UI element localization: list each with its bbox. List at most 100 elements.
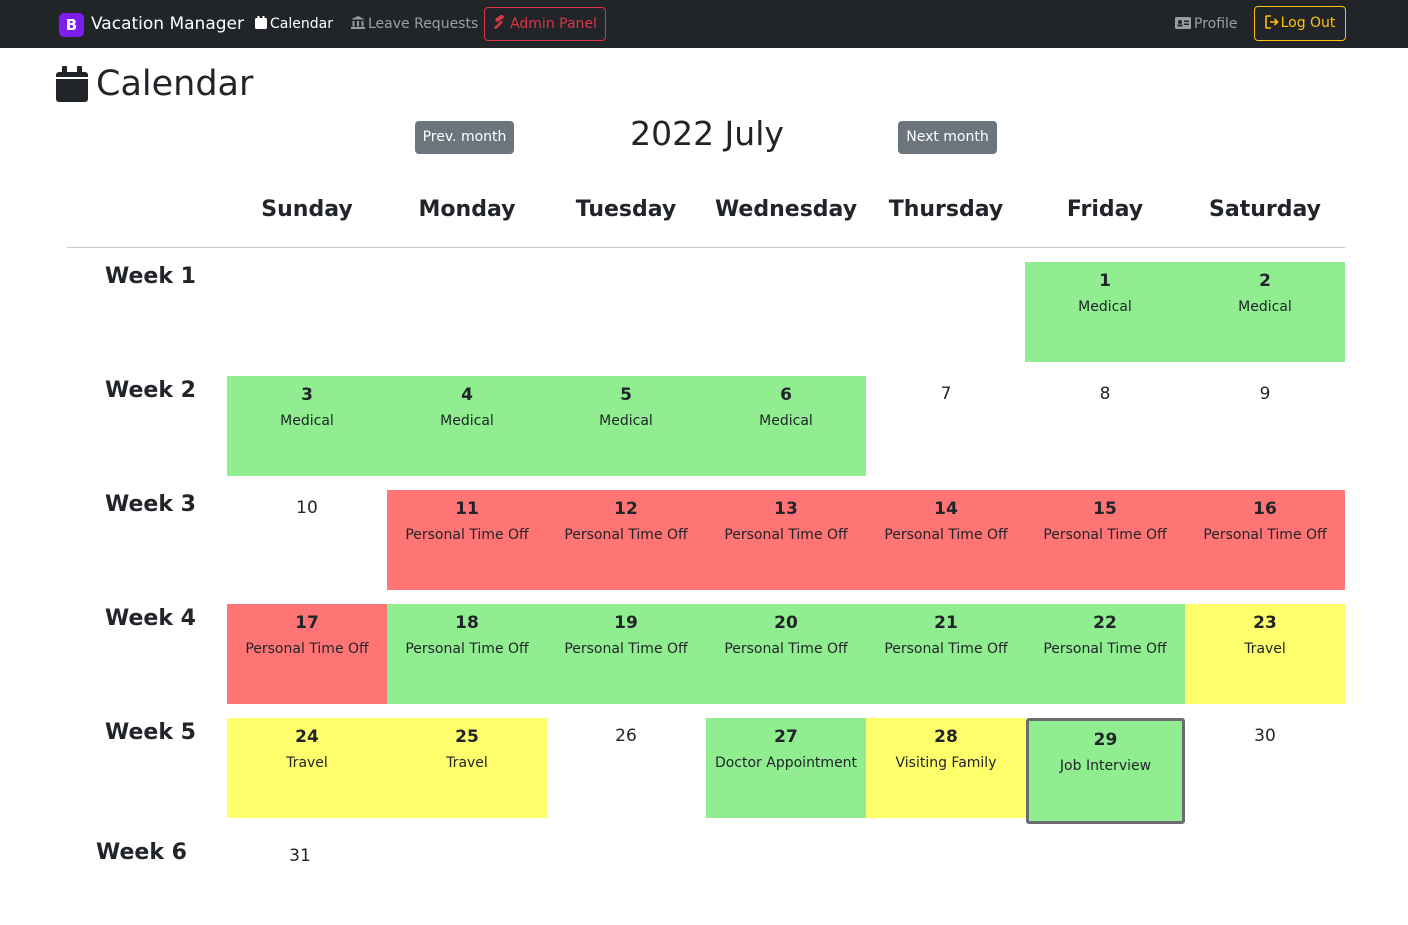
nav-profile-label: Profile [1194, 16, 1238, 32]
week-label: Week 1 [105, 264, 196, 289]
day-cell[interactable]: 18 Personal Time Off [387, 604, 547, 704]
day-number: 10 [296, 498, 318, 518]
leave-reason: Travel [446, 755, 488, 771]
top-navbar: B Vacation Manager Calendar Leave Reques… [0, 0, 1408, 48]
week-label: Week 6 [96, 840, 187, 865]
day-cell[interactable]: 7 [866, 376, 1026, 476]
leave-reason: Personal Time Off [1043, 527, 1167, 543]
week-label: Week 2 [105, 378, 196, 403]
day-cell[interactable]: 23 Travel [1185, 604, 1345, 704]
day-number: 7 [940, 384, 952, 404]
nav-leave-requests-label: Leave Requests [368, 16, 479, 32]
leave-reason: Job Interview [1059, 758, 1152, 774]
brand-name[interactable]: Vacation Manager [91, 13, 244, 35]
day-number: 27 [774, 727, 798, 747]
day-cell[interactable]: 8 [1025, 376, 1185, 476]
day-number: 26 [615, 726, 637, 746]
nav-profile[interactable]: Profile [1175, 14, 1238, 34]
day-cell[interactable]: 15 Personal Time Off [1025, 490, 1185, 590]
day-cell[interactable]: 19 Personal Time Off [546, 604, 706, 704]
nav-leave-requests[interactable]: Leave Requests [351, 14, 478, 34]
day-cell[interactable]: 21 Personal Time Off [866, 604, 1026, 704]
id-card-icon [1175, 17, 1191, 29]
week-label: Week 5 [105, 720, 196, 745]
day-cell[interactable]: 1 Medical [1025, 262, 1185, 362]
day-number: 29 [1093, 730, 1118, 750]
logout-icon [1264, 15, 1279, 29]
logout-button[interactable]: Log Out [1254, 6, 1346, 41]
leave-reason: Medical [599, 413, 653, 429]
day-cell[interactable]: 24 Travel [227, 718, 387, 818]
leave-reason: Personal Time Off [405, 527, 529, 543]
day-cell[interactable]: 25 Travel [387, 718, 547, 818]
leave-reason: Personal Time Off [405, 641, 529, 657]
day-cell[interactable]: 28 Visiting Family [866, 718, 1026, 818]
next-month-button[interactable]: Next month [898, 121, 997, 154]
day-number: 5 [620, 385, 632, 405]
calendar-icon [56, 66, 88, 102]
day-cell[interactable]: 17 Personal Time Off [227, 604, 387, 704]
day-number: 11 [455, 499, 479, 519]
brand-logo[interactable]: B [59, 13, 84, 37]
day-number: 30 [1254, 726, 1276, 746]
day-number: 15 [1093, 499, 1117, 519]
day-number: 12 [614, 499, 638, 519]
day-cell[interactable]: 27 Doctor Appointment [706, 718, 866, 818]
nav-calendar[interactable]: Calendar [255, 14, 333, 34]
day-number: 18 [455, 613, 479, 633]
prev-month-button[interactable]: Prev. month [415, 121, 514, 154]
day-cell[interactable]: 11 Personal Time Off [387, 490, 547, 590]
day-number: 25 [455, 727, 479, 747]
day-number: 28 [934, 727, 958, 747]
day-cell[interactable]: 6 Medical [706, 376, 866, 476]
day-cell[interactable]: 4 Medical [387, 376, 547, 476]
day-cell[interactable]: 2 Medical [1185, 262, 1345, 362]
day-cell[interactable]: 16 Personal Time Off [1185, 490, 1345, 590]
weekday-header-wednesday: Wednesday [714, 197, 858, 222]
day-cell[interactable]: 30 [1185, 718, 1345, 818]
leave-reason: Doctor Appointment [714, 755, 858, 771]
admin-panel-button[interactable]: Admin Panel [484, 7, 606, 41]
bank-icon [351, 16, 365, 29]
page-title: Calendar [96, 64, 254, 104]
day-number: 19 [614, 613, 638, 633]
day-number: 8 [1099, 384, 1111, 404]
day-number: 3 [301, 385, 313, 405]
day-number: 4 [461, 385, 473, 405]
leave-reason: Personal Time Off [884, 527, 1008, 543]
day-number: 6 [780, 385, 792, 405]
leave-reason: Medical [440, 413, 494, 429]
weekday-header-saturday: Saturday [1209, 197, 1321, 222]
day-cell[interactable]: 10 [227, 490, 387, 590]
day-cell[interactable]: 20 Personal Time Off [706, 604, 866, 704]
day-cell[interactable]: 31 [220, 838, 380, 925]
day-number: 9 [1259, 384, 1271, 404]
day-cell[interactable]: 29 Job Interview [1026, 718, 1185, 824]
day-number: 13 [774, 499, 798, 519]
weekday-header-monday: Monday [418, 197, 516, 222]
day-cell[interactable]: 13 Personal Time Off [706, 490, 866, 590]
leave-reason: Medical [1238, 299, 1292, 315]
leave-reason: Personal Time Off [724, 641, 848, 657]
leave-reason: Personal Time Off [884, 641, 1008, 657]
weekday-header-friday: Friday [1066, 197, 1144, 222]
day-cell[interactable]: 22 Personal Time Off [1025, 604, 1185, 704]
leave-reason: Personal Time Off [564, 527, 688, 543]
calendar-icon [255, 16, 267, 29]
admin-panel-label: Admin Panel [510, 16, 597, 32]
leave-reason: Personal Time Off [564, 641, 688, 657]
day-number: 17 [295, 613, 319, 633]
day-number: 31 [289, 846, 311, 866]
day-number: 21 [934, 613, 958, 633]
logout-label: Log Out [1280, 15, 1336, 31]
day-cell[interactable]: 12 Personal Time Off [546, 490, 706, 590]
day-number: 2 [1259, 271, 1271, 291]
leave-reason: Travel [286, 755, 328, 771]
day-number: 14 [934, 499, 958, 519]
day-cell[interactable]: 14 Personal Time Off [866, 490, 1026, 590]
day-cell[interactable]: 5 Medical [546, 376, 706, 476]
leave-reason: Medical [759, 413, 813, 429]
day-cell[interactable]: 9 [1185, 376, 1345, 476]
day-cell[interactable]: 3 Medical [227, 376, 387, 476]
day-cell[interactable]: 26 [546, 718, 706, 818]
